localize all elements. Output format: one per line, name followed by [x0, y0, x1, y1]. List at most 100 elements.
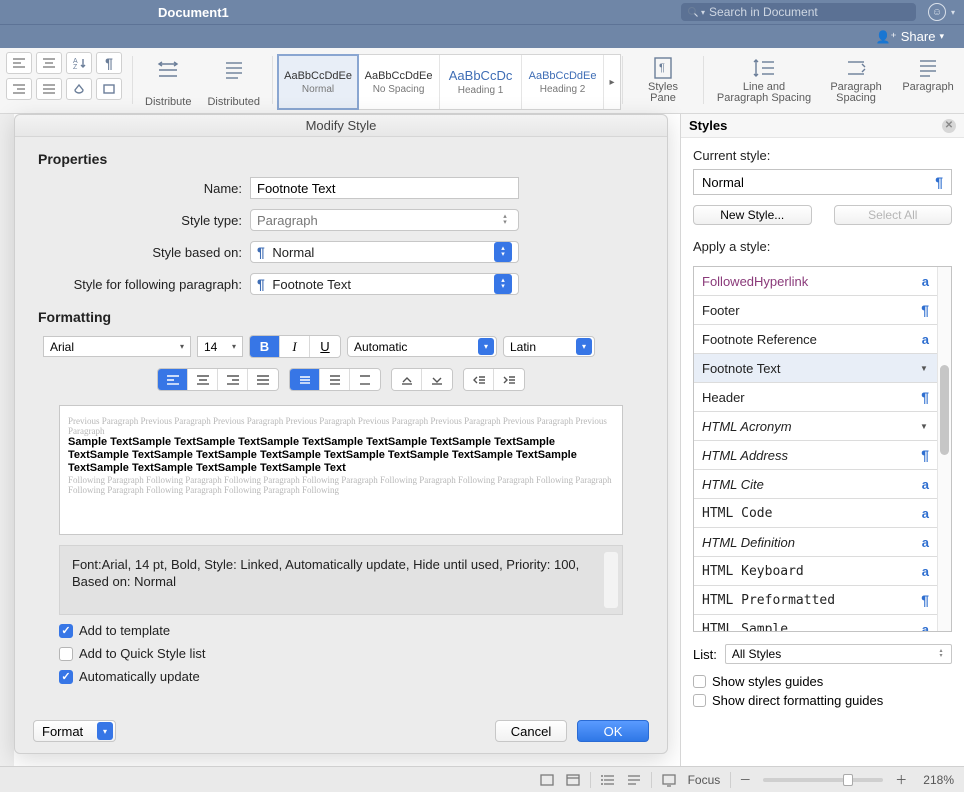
- indent-increase-button[interactable]: [494, 369, 524, 390]
- align-left-button[interactable]: [158, 369, 188, 390]
- select-all-button[interactable]: Select All: [834, 205, 953, 225]
- sort-icon[interactable]: AZ: [66, 52, 92, 74]
- current-style-label: Current style:: [693, 148, 952, 163]
- underline-button[interactable]: U: [310, 336, 340, 357]
- distribute-group: Distribute: [137, 52, 199, 110]
- add-to-qsl-checkbox[interactable]: [59, 647, 73, 661]
- following-select[interactable]: ¶ Footnote Text: [250, 273, 519, 295]
- style-gallery[interactable]: AaBbCcDdEe Normal AaBbCcDdEe No Spacing …: [277, 54, 621, 110]
- indent-group: [463, 368, 525, 391]
- style-description: Font:Arial, 14 pt, Bold, Style: Linked, …: [59, 545, 623, 615]
- apply-style-list[interactable]: FollowedHyperlinkaFooter¶Footnote Refere…: [693, 266, 952, 632]
- style-list-item[interactable]: Header¶: [694, 383, 937, 412]
- apply-list-scrollbar[interactable]: [937, 267, 951, 631]
- distribute-icon[interactable]: [154, 56, 182, 84]
- zoom-slider[interactable]: [763, 778, 883, 782]
- style-list-item[interactable]: Footer¶: [694, 296, 937, 325]
- paragraph-mark-icon: ¶: [921, 592, 929, 608]
- line-spacing-tool[interactable]: Line andParagraph Spacing: [708, 52, 820, 104]
- justify-icon[interactable]: [36, 78, 62, 100]
- add-to-qsl-row[interactable]: Add to Quick Style list: [59, 646, 647, 661]
- indent-decrease-button[interactable]: [464, 369, 494, 390]
- style-item-normal[interactable]: AaBbCcDdEe Normal: [277, 54, 359, 110]
- style-list-item[interactable]: Footnote Referencea: [694, 325, 937, 354]
- current-style-box[interactable]: Normal ¶: [693, 169, 952, 195]
- font-size-select[interactable]: 14▾: [197, 336, 243, 357]
- font-family-select[interactable]: Arial▾: [43, 336, 191, 357]
- focus-label[interactable]: Focus: [688, 773, 721, 787]
- show-direct-formatting-row[interactable]: Show direct formatting guides: [693, 693, 952, 708]
- style-list-item-name: HTML Address: [702, 448, 788, 463]
- borders-icon[interactable]: [96, 78, 122, 100]
- zoom-level[interactable]: 218%: [923, 773, 954, 787]
- outline-view-icon[interactable]: [597, 771, 619, 789]
- paragraph-tool[interactable]: Paragraph: [892, 52, 964, 93]
- style-list-item-name: HTML Keyboard: [702, 564, 804, 579]
- based-on-select[interactable]: ¶ Normal: [250, 241, 519, 263]
- web-layout-view-icon[interactable]: [562, 771, 584, 789]
- ok-button[interactable]: OK: [577, 720, 649, 742]
- align-left-icon[interactable]: [6, 52, 32, 74]
- style-list-item[interactable]: HTML Citea: [694, 470, 937, 499]
- list-filter-select[interactable]: All Styles: [725, 644, 952, 664]
- style-list-item[interactable]: HTML Acronym▼: [694, 412, 937, 441]
- style-list-item[interactable]: HTML Keyboarda: [694, 557, 937, 586]
- chevron-down-icon[interactable]: ▾: [939, 31, 944, 42]
- desc-scrollbar[interactable]: [604, 552, 618, 608]
- align-center-icon[interactable]: [36, 52, 62, 74]
- feedback-smile-icon[interactable]: ☺: [928, 3, 946, 21]
- style-list-item[interactable]: HTML Samplea: [694, 615, 937, 631]
- paragraph-mark-icon: ¶: [935, 174, 943, 190]
- style-list-item[interactable]: HTML Definitiona: [694, 528, 937, 557]
- auto-update-checkbox[interactable]: [59, 670, 73, 684]
- show-marks-icon[interactable]: ¶: [96, 52, 122, 74]
- format-menu[interactable]: Format: [33, 720, 116, 742]
- show-style-guides-row[interactable]: Show styles guides: [693, 674, 952, 689]
- style-list-item[interactable]: HTML Address¶: [694, 441, 937, 470]
- add-to-template-row[interactable]: Add to template: [59, 623, 647, 638]
- style-item-heading1[interactable]: AaBbCcDc Heading 1: [440, 55, 522, 109]
- following-label: Style for following paragraph:: [35, 277, 250, 292]
- spacing-2-button[interactable]: [350, 369, 380, 390]
- paragraph-spacing-tool[interactable]: ParagraphSpacing: [820, 52, 892, 104]
- spacing-1-5-button[interactable]: [320, 369, 350, 390]
- style-list-item[interactable]: Footnote Text▼: [694, 354, 937, 383]
- style-list-item[interactable]: HTML Codea: [694, 499, 937, 528]
- font-color-select[interactable]: Automatic: [347, 336, 497, 357]
- align-right-button[interactable]: [218, 369, 248, 390]
- align-right-icon[interactable]: [6, 78, 32, 100]
- style-type-select[interactable]: Paragraph: [250, 209, 519, 231]
- new-style-button[interactable]: New Style...: [693, 205, 812, 225]
- style-list-item[interactable]: FollowedHyperlinka: [694, 267, 937, 296]
- align-center-button[interactable]: [188, 369, 218, 390]
- share-button[interactable]: Share: [901, 29, 936, 44]
- italic-button[interactable]: I: [280, 336, 310, 357]
- style-item-no-spacing[interactable]: AaBbCcDdEe No Spacing: [358, 55, 440, 109]
- script-select[interactable]: Latin: [503, 336, 595, 357]
- draft-view-icon[interactable]: [623, 771, 645, 789]
- spacing-1-button[interactable]: [290, 369, 320, 390]
- style-list-item[interactable]: HTML Preformatted¶: [694, 586, 937, 615]
- focus-mode-icon[interactable]: [658, 771, 680, 789]
- name-input[interactable]: [250, 177, 519, 199]
- zoom-in-button[interactable]: ＋: [895, 771, 907, 788]
- space-before-dec-button[interactable]: [422, 369, 452, 390]
- search-input[interactable]: [709, 5, 910, 19]
- distributed-icon[interactable]: [220, 56, 248, 84]
- cancel-button[interactable]: Cancel: [495, 720, 567, 742]
- space-before-inc-button[interactable]: [392, 369, 422, 390]
- align-justify-button[interactable]: [248, 369, 278, 390]
- style-item-heading2[interactable]: AaBbCcDdEe Heading 2: [522, 55, 604, 109]
- auto-update-row[interactable]: Automatically update: [59, 669, 647, 684]
- add-to-template-checkbox[interactable]: [59, 624, 73, 638]
- close-pane-icon[interactable]: ✕: [942, 119, 956, 133]
- show-style-guides-checkbox[interactable]: [693, 675, 706, 688]
- zoom-out-button[interactable]: －: [739, 771, 751, 788]
- show-direct-formatting-checkbox[interactable]: [693, 694, 706, 707]
- print-layout-view-icon[interactable]: [536, 771, 558, 789]
- bold-button[interactable]: B: [250, 336, 280, 357]
- character-style-icon: a: [922, 506, 929, 521]
- shading-icon[interactable]: [66, 78, 92, 100]
- search-document[interactable]: ▾: [681, 3, 916, 21]
- styles-pane-tool[interactable]: ¶ StylesPane: [627, 52, 699, 104]
